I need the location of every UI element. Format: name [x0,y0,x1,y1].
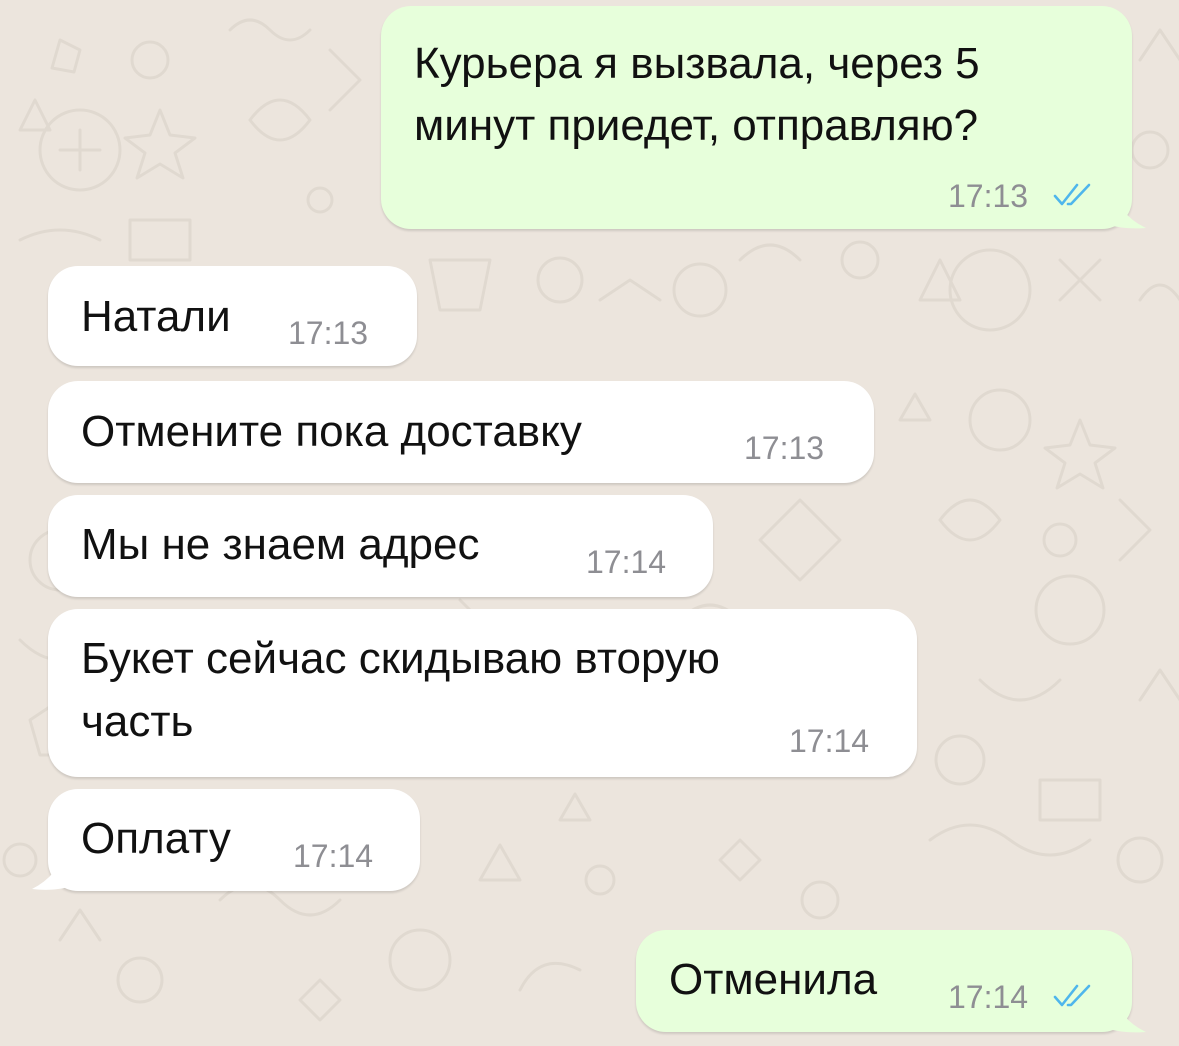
message-bubble-incoming[interactable]: Оплату 17:14 [48,789,420,891]
message-text: Курьера я вызвала, через 5 [414,39,980,88]
outgoing-bubble-tail [1100,990,1146,1033]
message-timestamp: 17:13 [744,430,825,466]
message-text: часть [81,697,194,746]
chat-view[interactable]: Курьера я вызвала, через 5 минут приедет… [0,0,1179,1046]
double-check-icon [1053,183,1091,206]
incoming-bubble-tail [32,846,78,890]
outgoing-bubble-tail [1100,186,1146,229]
message-text: Оплату [81,814,231,863]
message-bubble-incoming[interactable]: Отмените пока доставку 17:13 [48,381,874,483]
message-timestamp: 17:14 [948,979,1029,1015]
message-text: Отменила [669,955,878,1004]
message-timestamp: 17:13 [288,315,369,351]
message-timestamp: 17:13 [948,178,1029,214]
double-check-icon [1053,984,1091,1007]
message-timestamp: 17:14 [586,544,667,580]
message-bubble-incoming[interactable]: Букет сейчас скидываю вторую часть 17:14 [48,609,917,777]
message-bubble-outgoing[interactable]: Отменила 17:14 [636,930,1132,1032]
message-text: Отмените пока доставку [81,407,582,456]
message-timestamp: 17:14 [293,838,374,874]
message-text: Букет сейчас скидываю вторую [81,634,720,683]
message-bubble-incoming[interactable]: Натали 17:13 [48,266,417,366]
message-text: Натали [81,292,231,341]
message-text: Мы не знаем адрес [81,520,480,569]
message-bubble-outgoing[interactable]: Курьера я вызвала, через 5 минут приедет… [381,6,1132,229]
message-bubble-incoming[interactable]: Мы не знаем адрес 17:14 [48,495,713,597]
message-text: минут приедет, отправляю? [414,101,979,150]
message-timestamp: 17:14 [789,723,870,759]
